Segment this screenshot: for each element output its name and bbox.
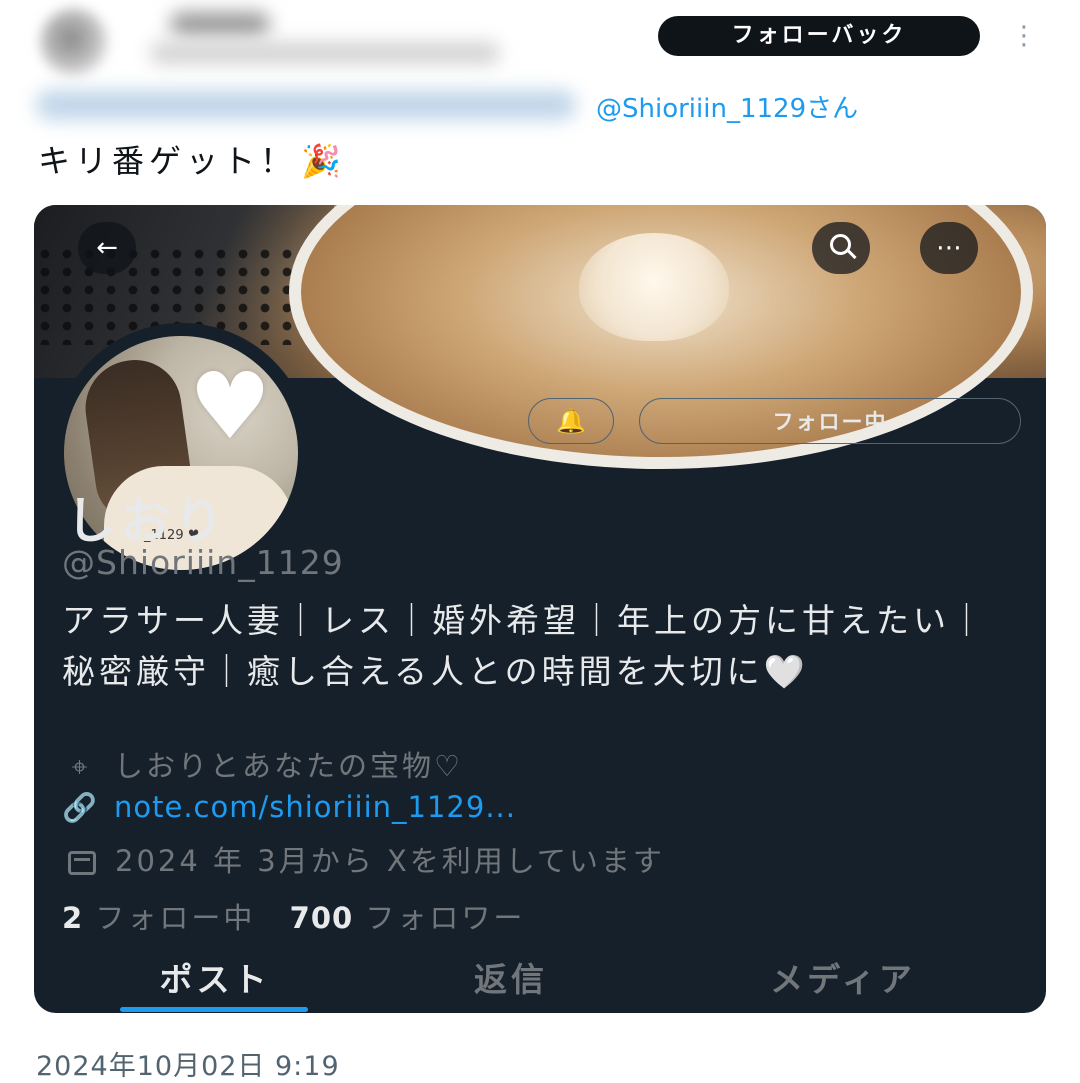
tweet-text: キリ番ゲット！ 🎉 bbox=[38, 136, 346, 182]
search-icon[interactable] bbox=[812, 222, 870, 274]
profile-link: 🔗 note.com/shioriiin_1129... bbox=[62, 790, 516, 830]
reply-to-mention[interactable]: @Shioriiin_1129さん bbox=[596, 88, 858, 125]
profile-location: ⌖ しおりとあなたの宝物♡ bbox=[62, 743, 463, 783]
profile-link-text[interactable]: note.com/shioriiin_1129... bbox=[114, 790, 516, 824]
location-pin-icon: ⌖ bbox=[71, 750, 91, 783]
profile-handle: @Shioriiin_1129 bbox=[62, 543, 344, 582]
back-arrow-icon[interactable]: ← bbox=[78, 222, 136, 274]
tweet-author-name-blurred[interactable] bbox=[170, 12, 270, 36]
kebab-menu-icon[interactable]: ⋮ bbox=[1010, 18, 1038, 54]
profile-joined-date: 2024 年 3月から Xを利用しています bbox=[62, 838, 665, 878]
profile-counts: 2 フォロー中 700 フォロワー bbox=[62, 895, 525, 937]
follow-back-button[interactable]: フォローバック bbox=[658, 16, 980, 56]
tweet-author-avatar-blurred[interactable] bbox=[40, 8, 108, 76]
tab-replies[interactable]: 返信 bbox=[426, 953, 596, 1003]
tab-posts[interactable]: ポスト bbox=[120, 953, 310, 1003]
profile-bio: アラサー人妻｜レス｜婚外希望｜年上の方に甘えたい｜秘密厳守｜癒し合える人との時間… bbox=[62, 601, 987, 691]
following-button[interactable]: フォロー中 bbox=[639, 398, 1021, 444]
bell-plus-icon[interactable]: 🔔 bbox=[528, 398, 614, 444]
followers-count-label[interactable]: フォロワー bbox=[365, 901, 525, 935]
following-count-label[interactable]: フォロー中 bbox=[95, 901, 255, 935]
search-icon-handle bbox=[847, 249, 857, 260]
party-popper-icon: 🎉 bbox=[301, 142, 346, 180]
tweet-author-handle-blurred bbox=[150, 42, 500, 64]
calendar-icon bbox=[68, 851, 96, 875]
banner-latte-art bbox=[579, 233, 729, 341]
joined-text: 2024 年 3月から Xを利用しています bbox=[115, 844, 665, 878]
active-tab-indicator bbox=[120, 1007, 308, 1012]
tweet-timestamp[interactable]: 2024年10月02日 9:19 bbox=[36, 1044, 340, 1083]
followers-count[interactable]: 700 bbox=[290, 901, 354, 935]
tweet-text-content: キリ番ゲット！ bbox=[38, 142, 298, 180]
more-icon[interactable]: ⋯ bbox=[920, 222, 978, 274]
following-count[interactable]: 2 bbox=[62, 901, 83, 935]
white-heart-icon: ♥ bbox=[188, 353, 272, 460]
tab-media[interactable]: メディア bbox=[718, 953, 968, 1003]
location-text: しおりとあなたの宝物♡ bbox=[114, 749, 463, 783]
link-icon: 🔗 bbox=[62, 791, 100, 824]
reply-to-line-blurred bbox=[36, 90, 576, 120]
profile-screenshot-card[interactable]: ← ⋯ ♥ _1129 ♥ 🔔 フォロー中 しおり @Shioriiin_112… bbox=[34, 205, 1046, 1013]
